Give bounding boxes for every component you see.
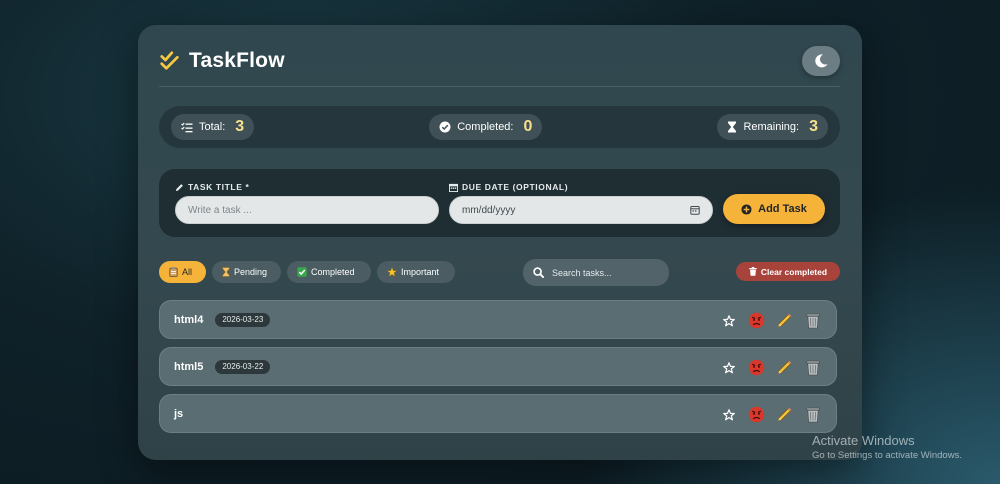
clear-completed-label: Clear completed bbox=[760, 266, 828, 277]
filter-pending-label: Pending bbox=[234, 267, 268, 277]
filter-bar: All Pending Completed Important Search t… bbox=[159, 259, 840, 286]
clipboard-icon bbox=[169, 267, 178, 277]
add-task-form: TASK TITLE * Write a task ... DUE DATE (… bbox=[159, 169, 840, 237]
moon-icon bbox=[815, 53, 828, 67]
trash-can-icon bbox=[805, 313, 820, 329]
stats-bar: Total: 3 Completed: 0 Remaining: 3 bbox=[159, 106, 840, 148]
task-actions bbox=[719, 301, 822, 340]
watermark-title: Activate Windows bbox=[812, 433, 915, 448]
check-box-icon bbox=[297, 267, 307, 277]
stat-remaining-value: 3 bbox=[809, 118, 818, 135]
search-placeholder: Search tasks... bbox=[552, 267, 612, 278]
date-picker-icon[interactable] bbox=[690, 205, 700, 215]
stat-total-value: 3 bbox=[235, 118, 245, 135]
clear-completed-button[interactable]: Clear completed bbox=[736, 262, 840, 281]
filter-important-label: Important bbox=[401, 267, 440, 277]
important-toggle-button[interactable] bbox=[719, 405, 738, 424]
trash-can-icon bbox=[805, 360, 820, 376]
delete-button[interactable] bbox=[803, 405, 822, 424]
stat-completed-value: 0 bbox=[523, 118, 533, 135]
stat-remaining-label: Remaining: bbox=[743, 121, 800, 133]
double-check-icon bbox=[160, 50, 179, 70]
app-card: TaskFlow Total: 3 Completed: 0 Remaining… bbox=[138, 25, 862, 460]
stat-total-label: Total: bbox=[199, 121, 226, 133]
add-task-label: Add Task bbox=[758, 203, 807, 215]
task-actions bbox=[719, 395, 822, 434]
filter-completed[interactable]: Completed bbox=[287, 261, 371, 283]
stat-completed: Completed: 0 bbox=[429, 114, 543, 140]
task-due-badge: 2026-03-23 bbox=[215, 312, 271, 327]
trash-icon bbox=[749, 267, 757, 276]
brand: TaskFlow bbox=[159, 49, 285, 73]
angry-face-icon bbox=[748, 406, 765, 423]
task-item[interactable]: js bbox=[159, 394, 837, 433]
important-toggle-button[interactable] bbox=[719, 311, 738, 330]
delete-button[interactable] bbox=[803, 358, 822, 377]
angry-face-icon bbox=[748, 359, 765, 376]
pencil-icon bbox=[777, 360, 792, 375]
search-input[interactable]: Search tasks... bbox=[523, 259, 669, 286]
add-task-button[interactable]: Add Task bbox=[723, 194, 825, 224]
delete-button[interactable] bbox=[803, 311, 822, 330]
stat-total: Total: 3 bbox=[171, 114, 255, 140]
toggle-complete-button[interactable] bbox=[747, 405, 766, 424]
filter-pending[interactable]: Pending bbox=[212, 261, 281, 283]
watermark-subtitle: Go to Settings to activate Windows. bbox=[812, 450, 962, 461]
task-title-label: TASK TITLE * bbox=[188, 182, 250, 192]
task-title: html5 bbox=[174, 360, 204, 373]
important-toggle-button[interactable] bbox=[719, 358, 738, 377]
task-due-badge: 2026-03-22 bbox=[215, 359, 271, 374]
calendar-icon bbox=[449, 183, 458, 192]
task-title-label-wrap: TASK TITLE * bbox=[175, 182, 249, 192]
app-header: TaskFlow bbox=[159, 45, 840, 87]
hourglass-icon bbox=[222, 267, 230, 277]
due-date-label: DUE DATE (OPTIONAL) bbox=[462, 182, 569, 192]
star-outline-icon bbox=[722, 361, 735, 373]
star-icon bbox=[387, 267, 397, 277]
stat-completed-label: Completed: bbox=[457, 121, 514, 133]
edit-button[interactable] bbox=[775, 405, 794, 424]
task-actions bbox=[719, 348, 822, 387]
filter-all-label: All bbox=[182, 267, 193, 277]
edit-button[interactable] bbox=[775, 311, 794, 330]
trash-can-icon bbox=[805, 407, 820, 423]
plus-circle-icon bbox=[741, 203, 752, 215]
star-outline-icon bbox=[722, 408, 735, 420]
hourglass-icon bbox=[728, 121, 737, 133]
filter-all[interactable]: All bbox=[159, 261, 206, 283]
theme-toggle-button[interactable] bbox=[802, 45, 840, 76]
pencil-icon bbox=[777, 407, 792, 422]
toggle-complete-button[interactable] bbox=[747, 311, 766, 330]
task-title: js bbox=[174, 407, 184, 420]
edit-button[interactable] bbox=[775, 358, 794, 377]
due-date-label-wrap: DUE DATE (OPTIONAL) bbox=[449, 182, 568, 192]
app-title: TaskFlow bbox=[189, 48, 285, 72]
task-item[interactable]: html5 2026-03-22 bbox=[159, 347, 837, 386]
due-date-placeholder: mm/dd/yyyy bbox=[462, 204, 516, 216]
filter-completed-label: Completed bbox=[311, 267, 355, 277]
task-item[interactable]: html4 2026-03-23 bbox=[159, 300, 837, 339]
windows-activation-watermark: Activate Windows Go to Settings to activ… bbox=[812, 433, 962, 461]
task-title: html4 bbox=[174, 313, 204, 326]
list-check-icon bbox=[181, 122, 193, 132]
task-title-input[interactable]: Write a task ... bbox=[175, 196, 439, 224]
star-outline-icon bbox=[722, 314, 735, 326]
task-title-placeholder: Write a task ... bbox=[188, 204, 252, 216]
search-icon bbox=[533, 267, 544, 278]
stat-remaining: Remaining: 3 bbox=[717, 114, 828, 140]
toggle-complete-button[interactable] bbox=[747, 358, 766, 377]
check-circle-icon bbox=[439, 121, 451, 133]
due-date-input[interactable]: mm/dd/yyyy bbox=[449, 196, 713, 224]
pencil-icon bbox=[175, 183, 183, 191]
filter-important[interactable]: Important bbox=[377, 261, 455, 283]
angry-face-icon bbox=[748, 312, 765, 329]
pencil-icon bbox=[777, 313, 792, 328]
